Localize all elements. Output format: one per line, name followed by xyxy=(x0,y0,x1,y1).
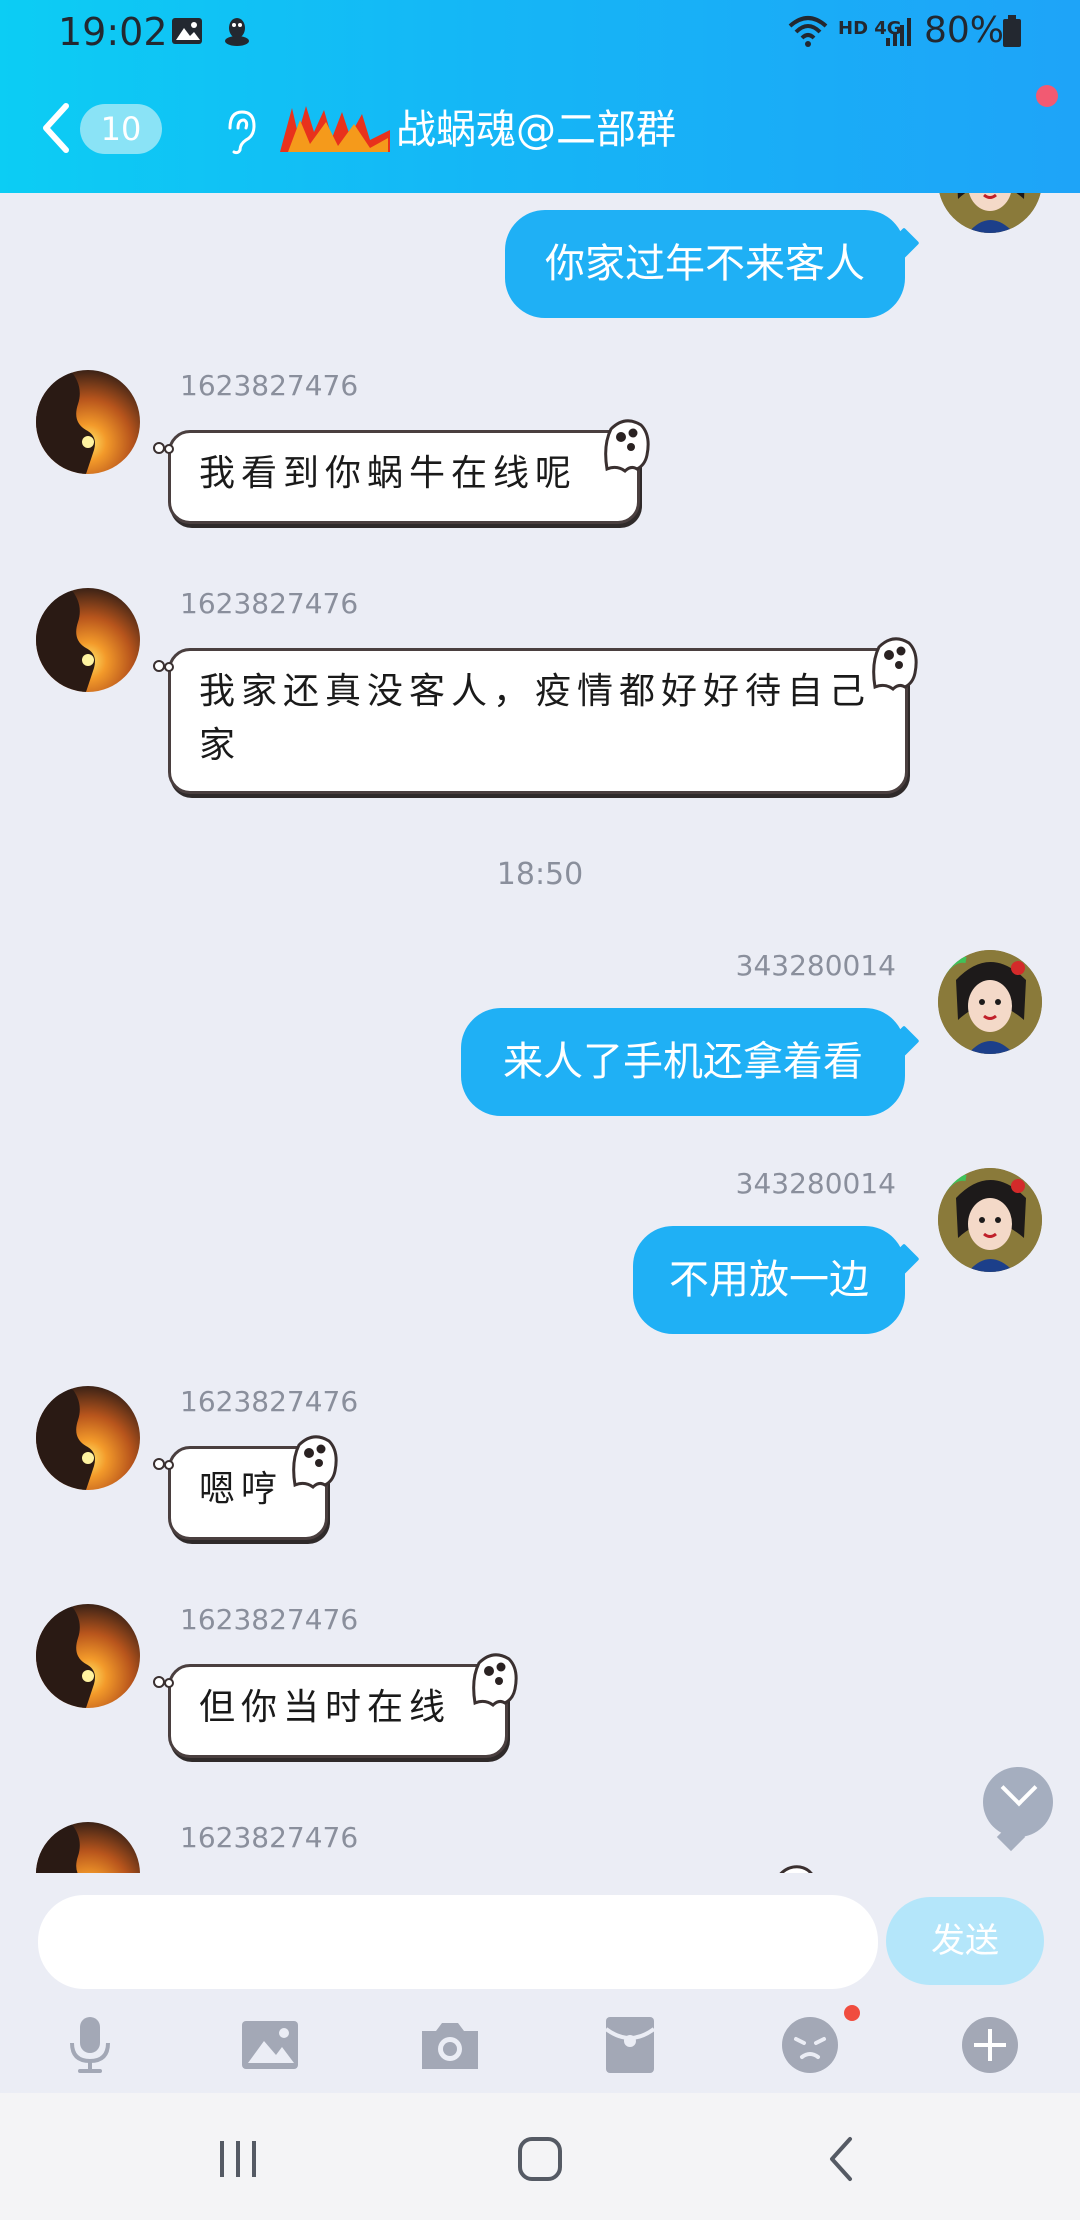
recent-apps-icon[interactable] xyxy=(208,2129,268,2189)
message-text: 嗯哼 xyxy=(199,1469,284,1510)
qq-notification-icon xyxy=(225,18,249,46)
sender-name: 343280014 xyxy=(735,949,896,982)
image-icon[interactable] xyxy=(238,2013,302,2077)
message-input[interactable] xyxy=(38,1895,878,1989)
message-text: 我看到你蜗牛在线呢 xyxy=(199,453,578,494)
message-bubble-outgoing[interactable]: 不用放一边 xyxy=(633,1226,905,1334)
gallery-notification-icon xyxy=(172,18,202,44)
top-bar: 19:02 HD 4G 80% 10 战蜗魂@二部群 xyxy=(0,0,1080,193)
back-icon[interactable] xyxy=(812,2129,872,2189)
composer-bar: 发送 xyxy=(0,1873,1080,2093)
send-button[interactable]: 发送 xyxy=(886,1897,1044,1985)
group-logo-icon xyxy=(280,106,390,152)
my-avatar[interactable] xyxy=(938,1168,1042,1272)
chat-title[interactable]: 战蜗魂@二部群 xyxy=(396,104,676,156)
message-bubble-outgoing[interactable]: 你家过年不来客人 xyxy=(505,210,905,318)
sender-avatar[interactable] xyxy=(36,370,140,474)
back-chevron-icon[interactable] xyxy=(38,98,78,158)
status-time: 19:02 xyxy=(58,10,168,54)
ghost-icon xyxy=(872,637,918,691)
message-bubble-incoming[interactable]: 但你当时在线 xyxy=(153,1653,518,1758)
battery-icon xyxy=(1003,15,1021,47)
message-bubble-incoming[interactable]: 嗯哼 xyxy=(153,1435,338,1540)
unread-count-badge[interactable]: 10 xyxy=(80,104,162,154)
chat-area[interactable]: 你家过年不来客人 1623827476 我看到你蜗牛在线呢 1623827476… xyxy=(0,193,1080,1873)
bubble-tail-icon xyxy=(153,1458,174,1470)
emoji-icon[interactable] xyxy=(778,2013,842,2077)
scroll-to-bottom-button[interactable] xyxy=(983,1767,1053,1852)
wifi-icon xyxy=(788,16,828,47)
ear-icon[interactable] xyxy=(222,108,258,156)
system-nav-bar xyxy=(0,2093,1080,2220)
emoji-new-badge xyxy=(844,2005,860,2021)
ghost-icon xyxy=(292,1435,338,1489)
my-avatar[interactable] xyxy=(938,193,1042,233)
message-text: 但你当时在线 xyxy=(199,1687,452,1728)
notification-dot xyxy=(1036,85,1058,107)
timestamp: 18:50 xyxy=(496,857,584,892)
bubble-tail-icon xyxy=(153,442,174,454)
message-text: 我家还真没客人，疫情都好好待自己家 xyxy=(199,671,872,766)
my-avatar[interactable] xyxy=(938,950,1042,1054)
sender-name: 1623827476 xyxy=(180,587,359,620)
message-bubble-incoming[interactable]: 我看到你蜗牛在线呢 xyxy=(153,419,650,524)
sender-name: 1623827476 xyxy=(180,1385,359,1418)
message-bubble-outgoing[interactable]: 来人了手机还拿着看 xyxy=(461,1008,905,1116)
sender-avatar[interactable] xyxy=(36,1604,140,1708)
ghost-icon xyxy=(472,1653,518,1707)
battery-level: 80% xyxy=(924,10,1005,51)
microphone-icon[interactable] xyxy=(58,2013,122,2077)
sender-avatar[interactable] xyxy=(36,1386,140,1490)
sender-name: 1623827476 xyxy=(180,1821,359,1854)
bubble-tail-icon xyxy=(153,1676,174,1688)
sender-avatar[interactable] xyxy=(36,1822,140,1873)
ghost-icon xyxy=(604,419,650,473)
signal-icon xyxy=(886,18,911,46)
bubble-tail-icon xyxy=(153,660,174,672)
sender-name: 343280014 xyxy=(735,1167,896,1200)
red-packet-icon[interactable] xyxy=(598,2013,662,2077)
ghost-icon xyxy=(779,1865,813,1873)
message-bubble-incoming[interactable]: 我家还真没客人，疫情都好好待自己家 xyxy=(153,637,918,794)
sender-name: 1623827476 xyxy=(180,369,359,402)
plus-icon[interactable] xyxy=(958,2013,1022,2077)
sender-avatar[interactable] xyxy=(36,588,140,692)
home-icon[interactable] xyxy=(510,2129,570,2189)
camera-icon[interactable] xyxy=(418,2013,482,2077)
sender-name: 1623827476 xyxy=(180,1603,359,1636)
